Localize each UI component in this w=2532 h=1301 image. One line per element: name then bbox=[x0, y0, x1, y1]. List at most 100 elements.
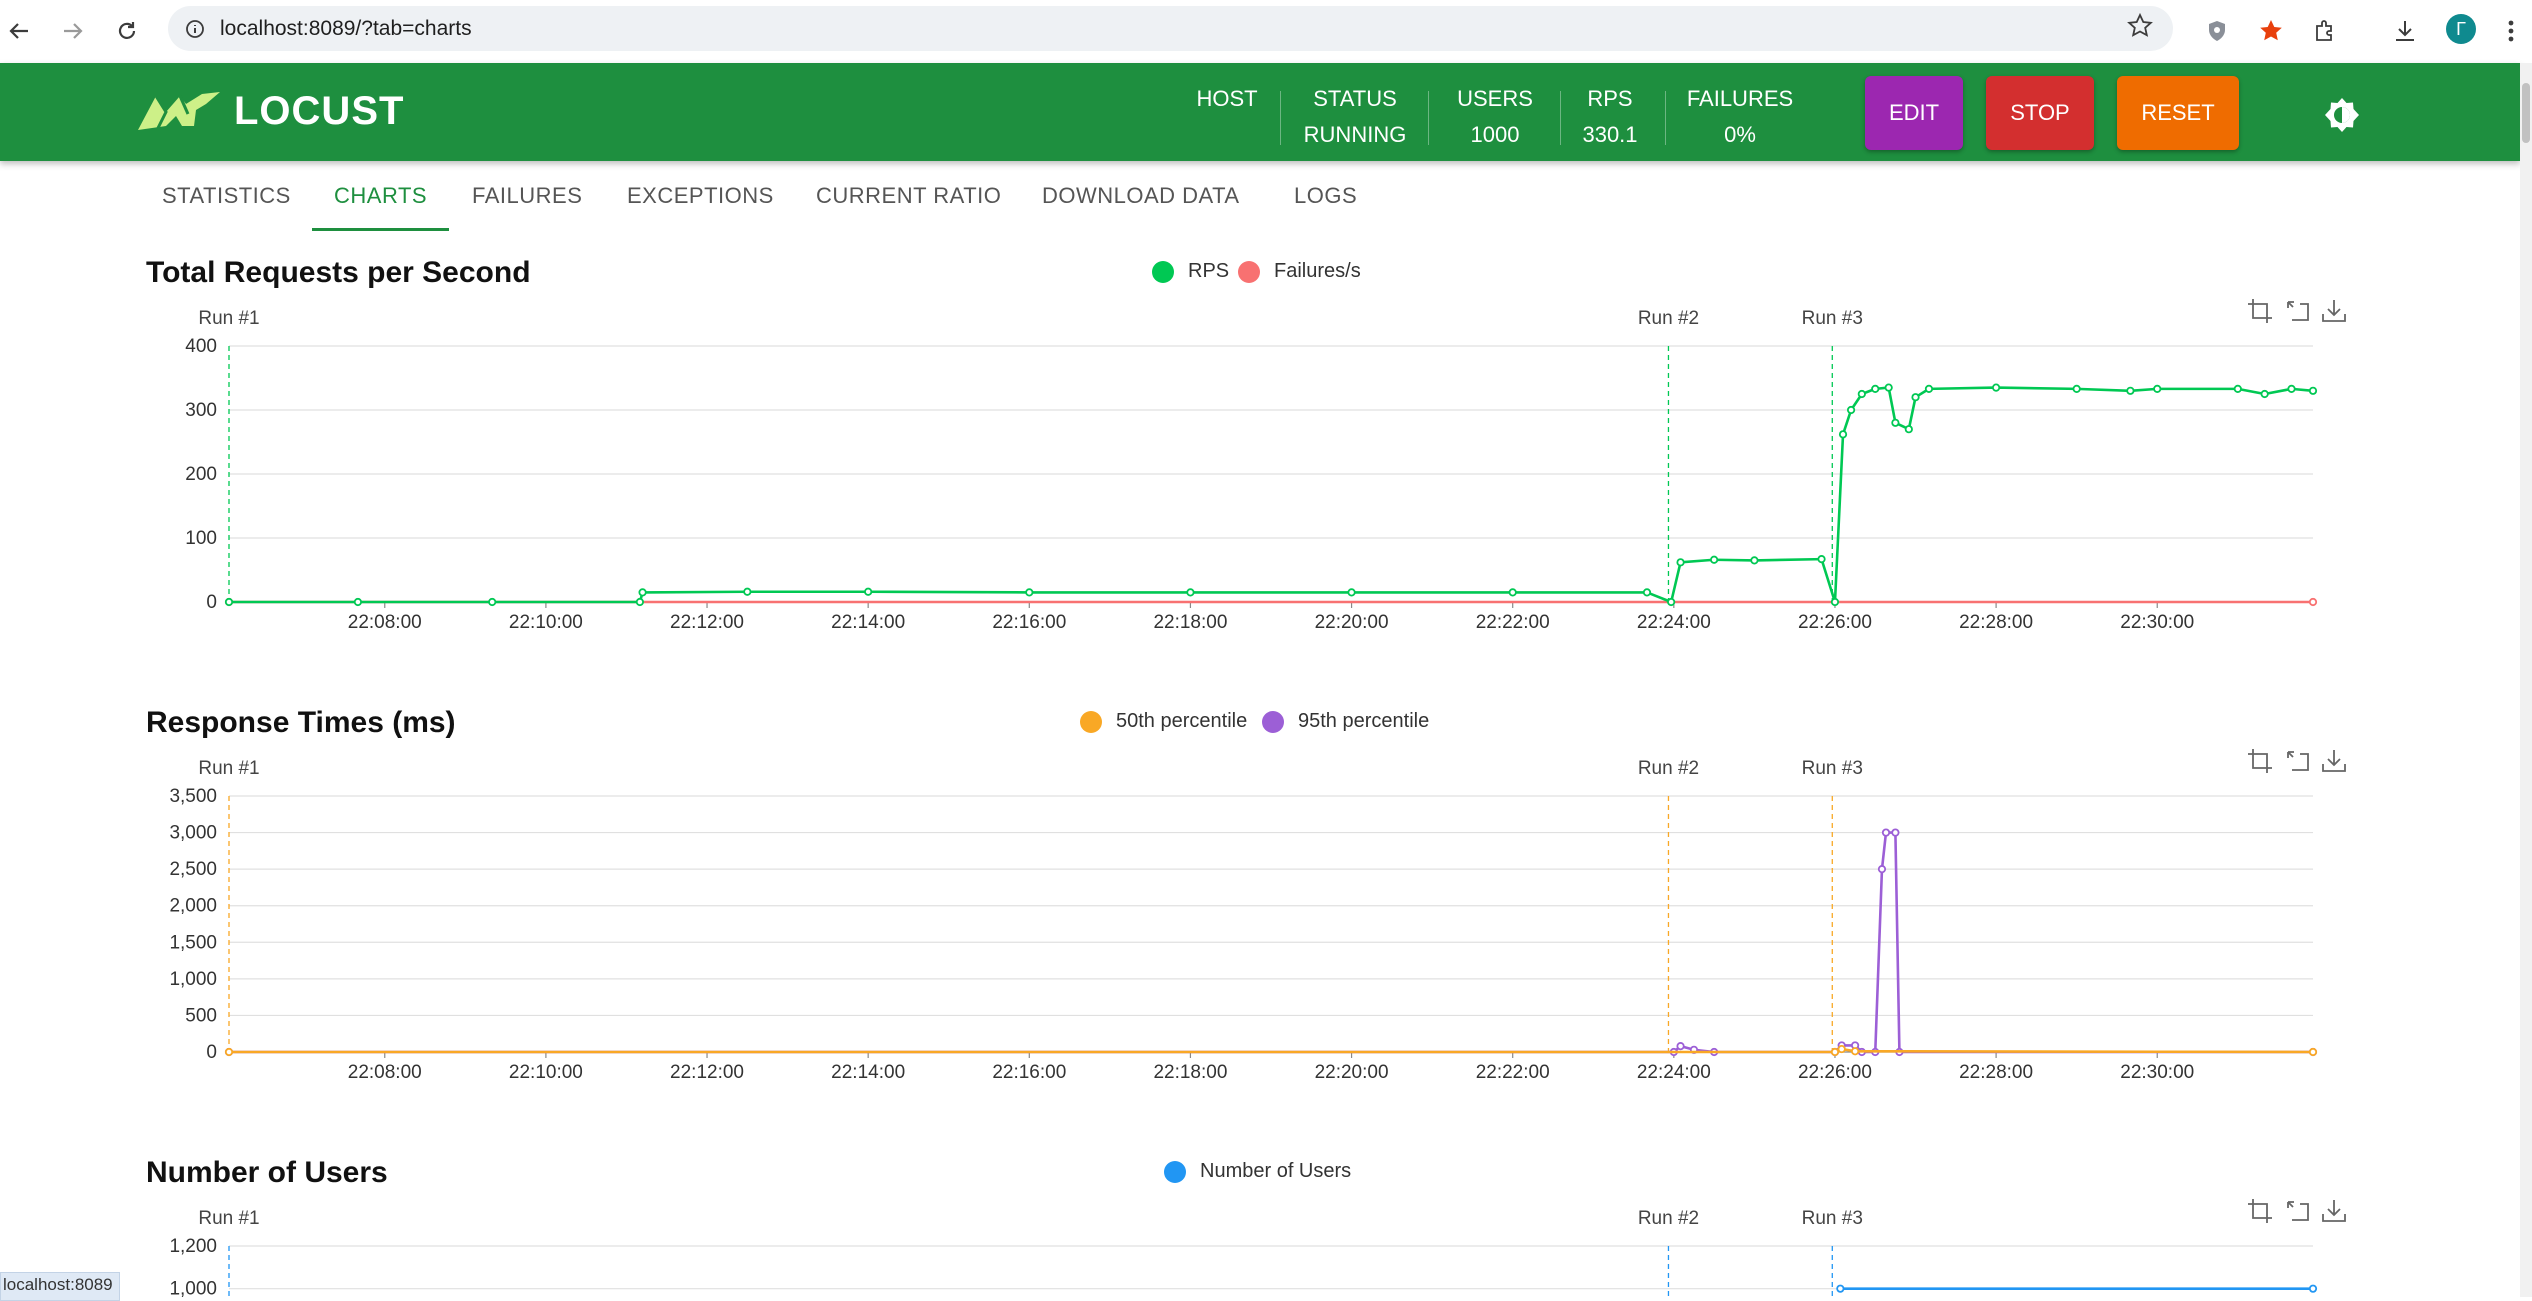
data-point bbox=[1992, 383, 2001, 392]
extensions-puzzle-icon[interactable] bbox=[2306, 12, 2344, 50]
legend-failures[interactable]: Failures/s bbox=[1238, 260, 1361, 283]
y-tick-label: 1,500 bbox=[169, 932, 217, 953]
theme-toggle-icon[interactable] bbox=[2322, 95, 2362, 135]
data-point bbox=[1838, 430, 1848, 439]
data-point bbox=[2287, 384, 2296, 393]
y-tick-label: 500 bbox=[185, 1005, 217, 1026]
rps-chart-plot[interactable]: 0 100 200 300 400 22:08:00 22:10:00 22:12:00 22:… bbox=[130, 286, 2380, 646]
page-scrollbar[interactable] bbox=[2520, 63, 2532, 1297]
users-chart-plot[interactable]: 1,000 1,200 Run #1 Run #2 Run #3 bbox=[130, 1186, 2380, 1297]
locust-logo[interactable]: LOCUST bbox=[136, 89, 404, 134]
tab-exceptions[interactable]: EXCEPTIONS bbox=[627, 183, 774, 209]
tab-current-ratio[interactable]: CURRENT RATIO bbox=[816, 183, 1001, 209]
tab-statistics[interactable]: STATISTICS bbox=[162, 183, 291, 209]
data-point bbox=[2260, 389, 2269, 399]
failures-value: 0% bbox=[1724, 122, 1756, 147]
x-tick-label: 22:14:00 bbox=[831, 1062, 905, 1083]
y-tick-label: 3,000 bbox=[169, 823, 217, 844]
back-icon[interactable] bbox=[2, 14, 36, 48]
bookmark-star-icon[interactable] bbox=[2127, 12, 2153, 46]
legend-marker bbox=[1164, 1160, 1186, 1183]
downloads-icon[interactable] bbox=[2386, 12, 2424, 50]
data-point bbox=[2126, 386, 2135, 395]
x-tick-label: 22:26:00 bbox=[1798, 1062, 1872, 1083]
tab-download-data[interactable]: DOWNLOAD DATA bbox=[1042, 183, 1240, 209]
site-info-icon[interactable] bbox=[178, 12, 212, 46]
status-value: RUNNING bbox=[1303, 122, 1407, 147]
data-point bbox=[1347, 588, 1356, 597]
legend-p50[interactable]: 50th percentile bbox=[1080, 710, 1247, 733]
y-tick-label: 300 bbox=[185, 400, 217, 421]
tab-bar: STATISTICS CHARTS FAILURES EXCEPTIONS CU… bbox=[0, 161, 2520, 233]
legend-marker bbox=[1080, 710, 1102, 733]
data-point bbox=[1846, 405, 1856, 415]
x-tick-label: 22:24:00 bbox=[1637, 1062, 1711, 1083]
chart-title: Total Requests per Second bbox=[146, 256, 531, 289]
data-point bbox=[635, 597, 644, 607]
legend-label: Failures/s bbox=[1274, 260, 1361, 282]
profile-avatar[interactable]: Г bbox=[2446, 14, 2476, 44]
tab-logs[interactable]: LOGS bbox=[1294, 183, 1357, 209]
logo-text: LOCUST bbox=[234, 89, 405, 133]
address-bar[interactable]: localhost:8089/?tab=charts bbox=[168, 6, 2173, 51]
stat-divider bbox=[1280, 91, 1281, 145]
response-times-chart-plot[interactable]: 0 500 1,000 1,500 2,000 2,500 3,000 3,500 22:08:… bbox=[130, 736, 2380, 1096]
x-tick-label: 22:30:00 bbox=[2120, 612, 2194, 633]
data-point bbox=[1891, 418, 1900, 427]
data-point bbox=[1676, 1042, 1685, 1051]
run-label: Run #2 bbox=[1638, 758, 1699, 779]
x-tick-label: 22:14:00 bbox=[831, 612, 905, 633]
users-chart: Number of Users Number of Users 1,000 1,2… bbox=[130, 1156, 2380, 1297]
legend-rps[interactable]: RPS bbox=[1152, 260, 1229, 283]
scrollbar-thumb[interactable] bbox=[2522, 83, 2530, 143]
data-point bbox=[1837, 1044, 1846, 1054]
browser-menu-icon[interactable] bbox=[2492, 12, 2530, 50]
chart-title: Response Times (ms) bbox=[146, 706, 456, 739]
data-point bbox=[1911, 393, 1920, 402]
data-point bbox=[353, 597, 363, 607]
reset-button[interactable]: RESET bbox=[2117, 76, 2239, 150]
forward-icon[interactable] bbox=[56, 14, 90, 48]
stop-button[interactable]: STOP bbox=[1986, 76, 2094, 150]
data-point bbox=[2233, 384, 2242, 393]
x-tick-label: 22:30:00 bbox=[2120, 1062, 2194, 1083]
data-point bbox=[488, 597, 497, 607]
host-stat: HOST bbox=[1192, 81, 1262, 117]
data-point bbox=[2308, 386, 2318, 395]
y-tick-label: 2,500 bbox=[169, 859, 217, 880]
x-tick-label: 22:10:00 bbox=[509, 612, 583, 633]
data-point bbox=[1881, 828, 1891, 837]
run-label: Run #3 bbox=[1802, 308, 1863, 329]
users-stat: USERS 1000 bbox=[1450, 81, 1540, 153]
run-label: Run #3 bbox=[1802, 1208, 1863, 1229]
star-extension-icon[interactable] bbox=[2252, 12, 2290, 50]
tab-charts[interactable]: CHARTS bbox=[334, 183, 427, 209]
x-tick-label: 22:28:00 bbox=[1959, 1062, 2033, 1083]
data-point bbox=[2308, 1284, 2318, 1293]
x-tick-label: 22:08:00 bbox=[348, 1062, 422, 1083]
x-tick-label: 22:24:00 bbox=[1637, 612, 1711, 633]
legend-marker bbox=[1152, 260, 1174, 283]
legend-marker bbox=[1238, 260, 1260, 283]
edit-button[interactable]: EDIT bbox=[1865, 76, 1963, 150]
legend-users[interactable]: Number of Users bbox=[1164, 1160, 1351, 1183]
data-point bbox=[1750, 556, 1759, 565]
data-point bbox=[1891, 828, 1900, 837]
data-point bbox=[2308, 597, 2318, 607]
x-tick-label: 22:18:00 bbox=[1153, 612, 1227, 633]
y-tick-label: 0 bbox=[206, 592, 217, 613]
data-point bbox=[224, 1047, 234, 1057]
failures-label: FAILURES bbox=[1686, 86, 1794, 111]
url-text[interactable]: localhost:8089/?tab=charts bbox=[220, 17, 472, 41]
reload-icon[interactable] bbox=[110, 14, 144, 48]
stat-divider bbox=[1560, 91, 1561, 145]
data-point bbox=[1857, 389, 1866, 399]
data-point bbox=[1884, 383, 1893, 392]
tab-failures[interactable]: FAILURES bbox=[472, 183, 582, 209]
y-tick-label: 2,000 bbox=[169, 896, 217, 917]
legend-p95[interactable]: 95th percentile bbox=[1262, 710, 1429, 733]
data-point bbox=[638, 588, 647, 597]
series-line bbox=[229, 1047, 2314, 1054]
shield-extension-icon[interactable] bbox=[2198, 12, 2236, 50]
x-tick-label: 22:22:00 bbox=[1476, 1062, 1550, 1083]
